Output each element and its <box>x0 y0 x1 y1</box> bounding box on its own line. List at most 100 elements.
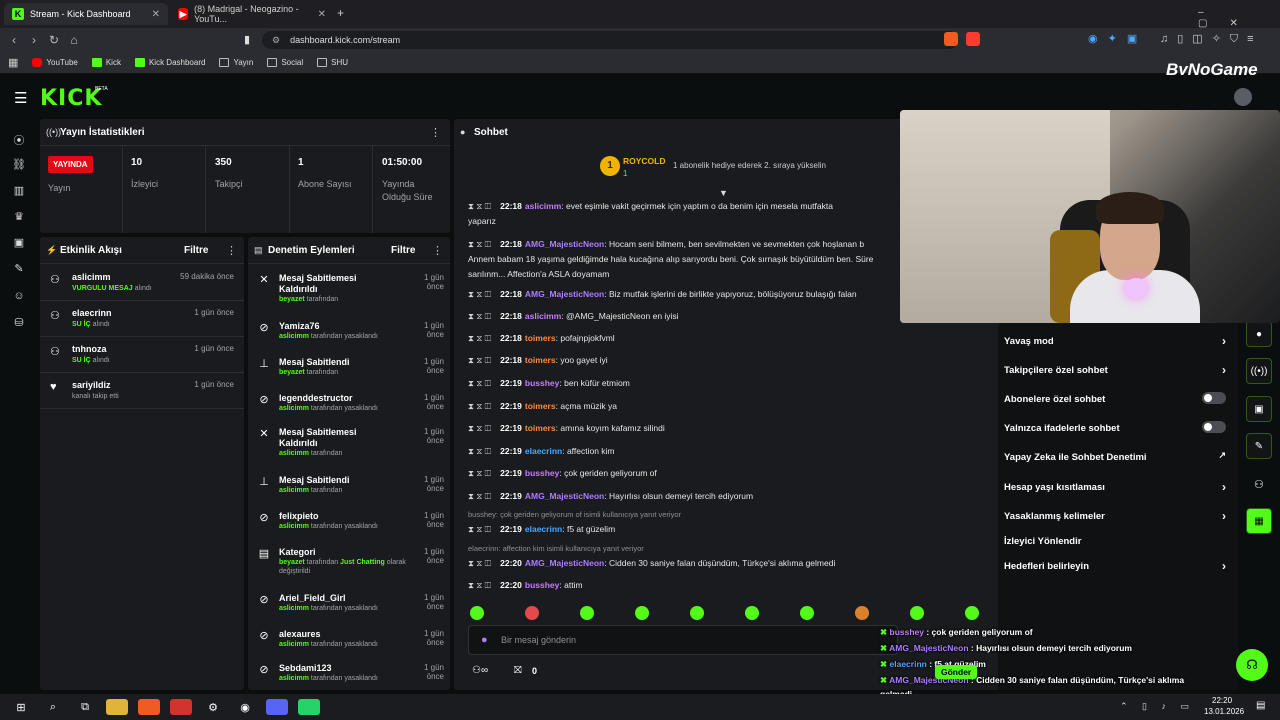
chat-message[interactable]: ⧗ ⧖ ◫ 22:18 aslicimm: @AMG_MajesticNeon en… <box>468 309 902 324</box>
reload-icon[interactable]: ↻ <box>44 33 64 47</box>
menu-icon[interactable]: ☰ <box>14 89 27 107</box>
whatsapp-icon[interactable] <box>298 699 320 715</box>
bookmark-folder-yayin[interactable]: Yayın <box>219 58 253 67</box>
tab-kick-dashboard[interactable]: K Stream - Kick Dashboard ✕ <box>4 3 168 25</box>
gift-icon[interactable]: ⛝ <box>514 665 522 676</box>
filter-button[interactable]: Filtre <box>184 245 208 256</box>
filter-button[interactable]: Filtre <box>391 245 415 256</box>
toggle-switch[interactable] <box>1202 392 1226 404</box>
community-icon[interactable]: ⚇ <box>1254 478 1264 491</box>
setting-item[interactable]: Hedefleri belirleyin › <box>1004 559 1230 573</box>
chat-message[interactable]: ⧗ ⧖ ◫ 22:19 elaecrinn: f5 at güzelim <box>468 522 902 537</box>
setting-item[interactable]: Takipçilere özel sohbet › <box>1004 363 1230 377</box>
activity-item[interactable]: ⚇ aslicimm VURGULU MESAJ alındı 59 dakik… <box>40 267 244 301</box>
forward-icon[interactable]: › <box>24 33 44 47</box>
task-view-icon[interactable]: ⧉ <box>74 699 96 715</box>
close-tab-icon[interactable]: ✕ <box>152 9 160 20</box>
chat-message[interactable]: ⧗ ⧖ ◫ 22:19 toimers: amına koyım kafamız s… <box>468 421 902 436</box>
window-controls[interactable]: –▢✕ <box>1198 7 1280 29</box>
chat-message[interactable]: ⧗ ⧖ ◫ 22:18 toimers: yoo gayet iyi <box>468 353 902 368</box>
file-explorer-icon[interactable] <box>106 699 128 715</box>
top-gifter-name[interactable]: ROYCOLD <box>623 156 666 166</box>
bookmark-folder-shu[interactable]: SHU <box>317 58 348 67</box>
more-icon[interactable]: ⋮ <box>430 126 441 139</box>
clip-icon[interactable]: ▦ <box>1246 508 1272 534</box>
url-field[interactable]: ⚙ dashboard.kick.com/stream <box>262 31 958 49</box>
toolbar-icons[interactable]: ♫▯◫✧⛉≡ <box>1160 32 1263 46</box>
brave-shield-icon[interactable] <box>944 32 958 46</box>
bookmark-kick-dashboard[interactable]: Kick Dashboard <box>134 58 205 67</box>
chat-message[interactable]: ⧗ ⧖ ◫ 22:19 elaecrinn: affection kim <box>468 444 902 459</box>
chat-toggle-icon[interactable]: ● <box>1246 321 1272 347</box>
notification-icon[interactable]: ▤ <box>1256 700 1265 711</box>
back-icon[interactable]: ‹ <box>4 33 24 47</box>
trophy-icon[interactable]: ♛ <box>11 210 27 226</box>
creator-icon[interactable]: ⛁ <box>11 316 27 332</box>
send-button[interactable]: Gönder <box>935 665 978 679</box>
setting-item[interactable]: İzleyici Yönlendir <box>1004 536 1230 547</box>
activity-item[interactable]: ♥ sariyildiz kanalı takip etti 1 gün önc… <box>40 375 244 409</box>
stream-icon[interactable]: ⦿ <box>11 132 27 148</box>
activity-user[interactable]: aslicimm <box>72 272 111 282</box>
site-info-icon[interactable]: ⚙ <box>272 35 280 46</box>
emote-icon[interactable] <box>910 606 924 620</box>
bookmark-folder-social[interactable]: Social <box>267 58 303 67</box>
chat-message[interactable]: ⧗ ⧖ ◫ 22:19 busshey: ben küfür etmiom <box>468 376 902 391</box>
chat-message[interactable]: ⧗ ⧖ ◫ 22:19 AMG_MajesticNeon: Hayırlısı ol… <box>468 489 902 504</box>
apps-grid-icon[interactable]: ▦ <box>8 56 18 69</box>
chat-message[interactable]: ⧗ ⧖ ◫ 22:18 toimers: pofajnpjokfvml <box>468 331 902 346</box>
link-icon[interactable]: ⛓ <box>11 158 27 174</box>
chat-message[interactable]: ⧗ ⧖ ◫ 22:18 aslicimm: evet eşimle vakit ge… <box>468 199 902 229</box>
windows-start-icon[interactable]: ⊞ <box>10 699 32 715</box>
setting-item[interactable]: Yasaklanmış kelimeler › <box>1004 509 1230 523</box>
activity-item[interactable]: ⚇ elaecrinn SU İÇ alındı 1 gün önce <box>40 303 244 337</box>
wrench-toggle-icon[interactable]: ✎ <box>1246 433 1272 459</box>
setting-item[interactable]: Yalnızca ifadelerle sohbet <box>1004 421 1230 434</box>
tray-icons[interactable]: ⌃ ▯ ♪ ▭ <box>1120 701 1195 712</box>
chat-message[interactable]: ⧗ ⧖ ◫ 22:20 AMG_MajesticNeon: Cidden 30 sa… <box>468 556 902 571</box>
chat-message[interactable]: ⧗ ⧖ ◫ 22:18 AMG_MajesticNeon: Hocam seni b… <box>468 237 902 282</box>
activity-user[interactable]: tnhnoza <box>72 344 107 354</box>
app-icon[interactable] <box>170 699 192 715</box>
more-icon[interactable]: ⋮ <box>226 244 237 257</box>
brave-rewards-icon[interactable] <box>966 32 980 46</box>
bookmark-youtube[interactable]: YouTube <box>32 58 78 67</box>
tab-youtube[interactable]: ▶ (8) Madrigal - Neogazino - YouTu... ✕ <box>170 3 334 25</box>
activity-user[interactable]: elaecrinn <box>72 308 112 318</box>
mic-icon[interactable]: ● <box>481 634 488 646</box>
chat-message[interactable]: ⧗ ⧖ ◫ 22:19 busshey: çok geriden geliyorum… <box>468 466 902 481</box>
setting-item[interactable]: Yapay Zeka ile Sohbet Denetimi ↗ <box>1004 450 1230 463</box>
broadcast-toggle-icon[interactable]: ((•)) <box>1246 358 1272 384</box>
emote-icon[interactable] <box>855 606 869 620</box>
brave-icon[interactable] <box>138 699 160 715</box>
support-chat-icon[interactable]: ☊ <box>1236 649 1268 681</box>
emote-icon[interactable] <box>800 606 814 620</box>
chat-message[interactable]: ⧗ ⧖ ◫ 22:18 AMG_MajesticNeon: Biz mutfak i… <box>468 287 902 302</box>
emote-icon[interactable] <box>525 606 539 620</box>
community-icon[interactable]: ⚇∞ <box>472 665 488 676</box>
toggle-switch[interactable] <box>1202 421 1226 433</box>
bookmark-kick[interactable]: Kick <box>91 58 121 67</box>
steam-icon[interactable]: ⚙ <box>202 699 224 715</box>
extension-icons[interactable]: ◉✦▣ <box>1088 32 1147 45</box>
video-toggle-icon[interactable]: ▣ <box>1246 396 1272 422</box>
discord-icon[interactable] <box>266 699 288 715</box>
emote-icon[interactable] <box>690 606 704 620</box>
new-tab-button[interactable]: + <box>337 6 344 20</box>
chat-input[interactable]: ● Bir mesaj gönderin <box>468 625 898 655</box>
pinned-toggle-icon[interactable]: ▼ <box>719 188 728 198</box>
home-icon[interactable]: ⌂ <box>64 33 84 47</box>
emote-icon[interactable] <box>635 606 649 620</box>
community-icon[interactable]: ☺ <box>11 290 27 306</box>
wrench-icon[interactable]: ✎ <box>11 262 27 278</box>
close-tab-icon[interactable]: ✕ <box>318 9 326 20</box>
emote-icon[interactable] <box>745 606 759 620</box>
avatar[interactable] <box>1234 88 1252 106</box>
chat-message[interactable]: ⧗ ⧖ ◫ 22:19 toimers: açma müzik ya <box>468 399 902 414</box>
activity-item[interactable]: ⚇ tnhnoza SU İÇ alındı 1 gün önce <box>40 339 244 373</box>
emote-icon[interactable] <box>965 606 979 620</box>
activity-user[interactable]: sariyildiz <box>72 380 111 390</box>
kick-logo[interactable]: KICK <box>40 86 102 111</box>
obs-icon[interactable]: ◉ <box>234 699 256 715</box>
setting-item[interactable]: Abonelere özel sohbet <box>1004 392 1230 405</box>
